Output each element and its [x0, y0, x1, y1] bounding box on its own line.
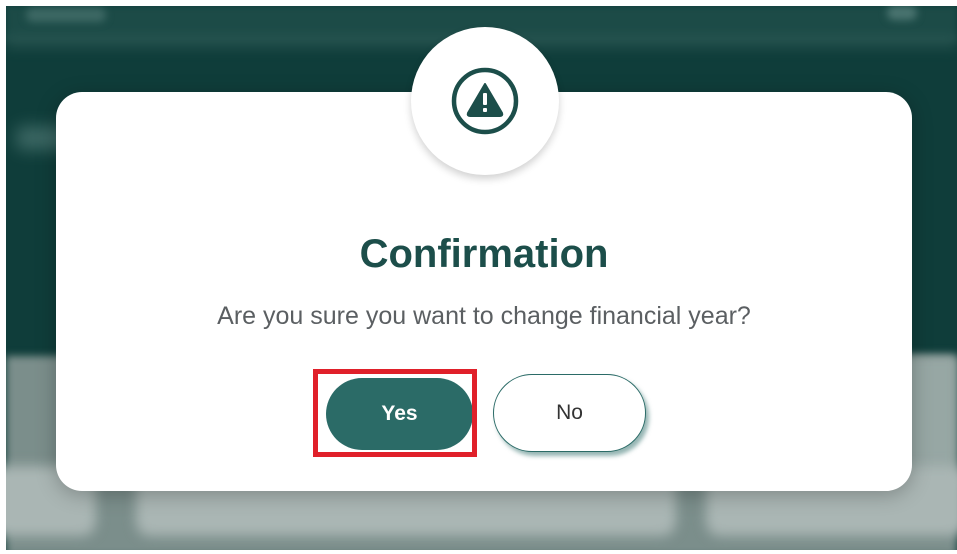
background-header-item — [26, 8, 106, 22]
warning-badge — [411, 27, 559, 175]
dialog-message: Are you sure you want to change financia… — [217, 302, 751, 330]
dialog-title: Confirmation — [359, 232, 609, 276]
highlight-box — [313, 369, 477, 457]
no-button[interactable]: No — [493, 374, 646, 452]
warning-triangle-icon — [451, 67, 519, 135]
background-header-control — [887, 6, 917, 20]
